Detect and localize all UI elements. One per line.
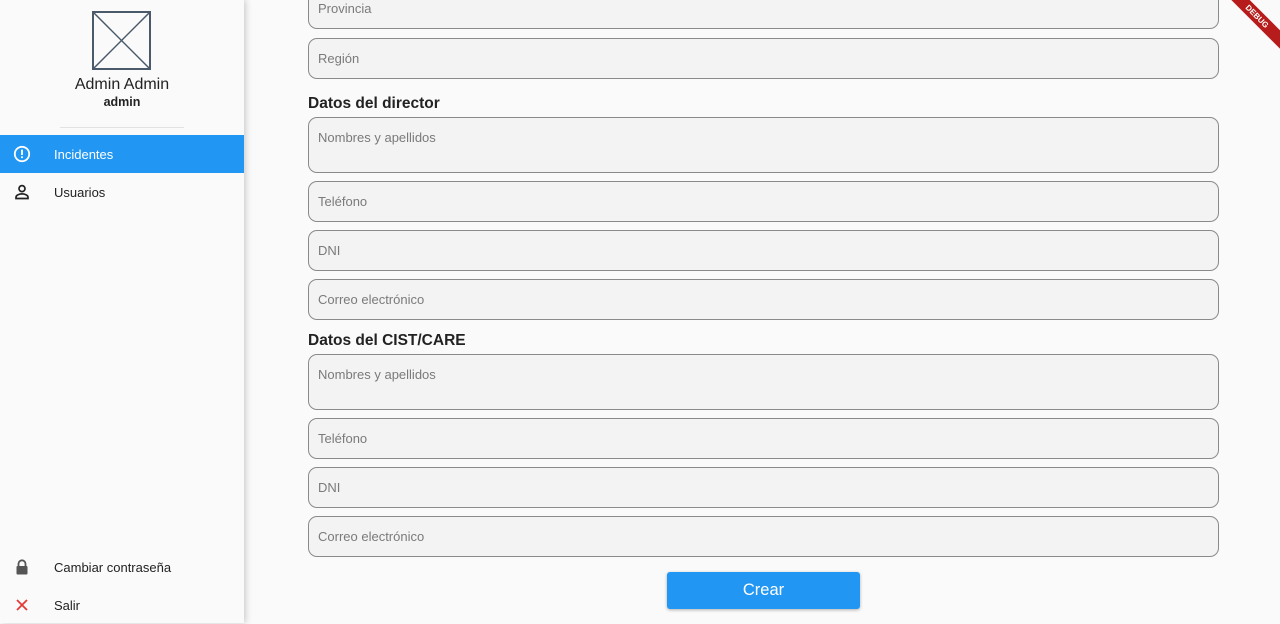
sidebar-item-label: Usuarios xyxy=(54,184,106,200)
director-telefono-field[interactable] xyxy=(308,181,1219,222)
divider xyxy=(60,127,184,128)
director-telefono-input[interactable] xyxy=(309,182,1218,221)
cist-correo-field[interactable] xyxy=(308,516,1219,557)
director-correo-input[interactable] xyxy=(309,280,1218,319)
cist-correo-input[interactable] xyxy=(309,517,1218,556)
sidebar-item-label: Cambiar contraseña xyxy=(54,559,172,575)
close-icon xyxy=(13,596,31,614)
sidebar-item-salir[interactable]: Salir xyxy=(0,586,244,624)
director-correo-field[interactable] xyxy=(308,279,1219,320)
region-input[interactable] xyxy=(309,39,1218,78)
provincia-field[interactable] xyxy=(308,0,1219,29)
user-name: Admin Admin xyxy=(74,76,170,93)
provincia-input[interactable] xyxy=(309,0,1218,28)
form-area: Datos del director Datos del CIST/CARE C… xyxy=(244,0,1280,623)
sidebar-item-incidentes[interactable]: Incidentes xyxy=(0,135,244,173)
sidebar-item-label: Incidentes xyxy=(54,146,114,162)
alert-circle-icon xyxy=(13,145,31,163)
cist-nombres-input[interactable] xyxy=(309,355,1218,409)
section-title-director: Datos del director xyxy=(308,95,440,112)
director-nombres-input[interactable] xyxy=(309,118,1218,172)
cist-dni-field[interactable] xyxy=(308,467,1219,508)
image-placeholder-icon xyxy=(92,11,151,70)
user-role: admin xyxy=(103,95,141,109)
sidebar-item-cambiar-contrasena[interactable]: Cambiar contraseña xyxy=(0,548,244,586)
section-title-cist: Datos del CIST/CARE xyxy=(308,332,466,349)
director-dni-field[interactable] xyxy=(308,230,1219,271)
cist-nombres-field[interactable] xyxy=(308,354,1219,410)
lock-icon xyxy=(13,558,31,576)
sidebar-item-label: Salir xyxy=(54,597,81,613)
cist-telefono-field[interactable] xyxy=(308,418,1219,459)
debug-banner: DEBUG xyxy=(1220,0,1280,53)
cist-dni-input[interactable] xyxy=(309,468,1218,507)
director-nombres-field[interactable] xyxy=(308,117,1219,173)
sidebar: Admin Admin admin Incidentes Usuarios Ca… xyxy=(0,0,244,623)
person-icon xyxy=(13,183,31,201)
sidebar-item-usuarios[interactable]: Usuarios xyxy=(0,173,244,211)
crear-button[interactable]: Crear xyxy=(667,572,860,609)
cist-telefono-input[interactable] xyxy=(309,419,1218,458)
director-dni-input[interactable] xyxy=(309,231,1218,270)
region-field[interactable] xyxy=(308,38,1219,79)
